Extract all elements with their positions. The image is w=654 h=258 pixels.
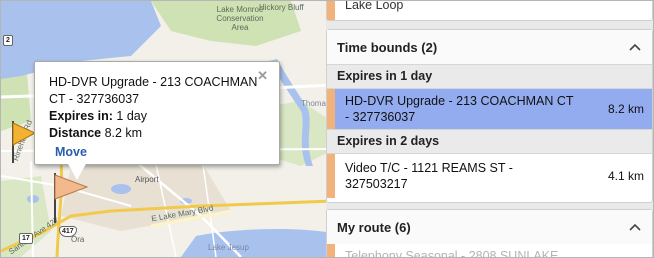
task-item[interactable]: Video T/C - 1121 REAMS ST - 327503217 4.…	[327, 154, 652, 198]
task-item[interactable]: HD-DVR Upgrade - 213 COACHMAN CT - 32773…	[327, 89, 652, 129]
task-panel: Lake Loop Time bounds (2) Expires in 1 d…	[326, 1, 653, 257]
bubble-distance-value: 8.2 km	[101, 126, 143, 140]
time-bounds-header[interactable]: Time bounds (2)	[327, 30, 652, 64]
route-list-item[interactable]: Telephony Seasonal - 2808 SUNLAKE	[327, 244, 652, 258]
bubble-expires: Expires in: 1 day	[49, 108, 147, 125]
info-bubble: ✕ HD-DVR Upgrade - 213 COACHMAN CT - 327…	[34, 61, 280, 165]
my-route-title: My route (6)	[337, 219, 411, 235]
bubble-distance-label: Distance	[49, 126, 102, 140]
time-bounds-section: Time bounds (2) Expires in 1 day HD-DVR …	[326, 29, 653, 203]
group-label-expires-2-days: Expires in 2 days	[327, 129, 652, 154]
highway-shield-17: 17	[19, 233, 33, 244]
task-name: Video T/C - 1121 REAMS ST - 327503217	[345, 161, 513, 191]
app-frame: Lake Monroe Conservation Area Hickory Bl…	[0, 0, 654, 258]
chevron-up-icon[interactable]	[628, 40, 642, 54]
task-distance: 4.1 km	[607, 169, 644, 183]
move-link[interactable]: Move	[55, 145, 87, 159]
priority-strip	[327, 244, 335, 257]
priority-strip	[327, 89, 335, 129]
time-bounds-title: Time bounds (2)	[337, 39, 438, 55]
bubble-distance: Distance 8.2 km	[49, 125, 142, 142]
my-route-section: My route (6) Telephony Seasonal - 2808 S…	[326, 209, 653, 258]
priority-strip	[327, 154, 335, 198]
bubble-expires-label: Expires in:	[49, 109, 113, 123]
my-route-header[interactable]: My route (6)	[327, 210, 652, 244]
route-item-name: Telephony Seasonal - 2808 SUNLAKE	[345, 249, 559, 258]
map-label-airport: Airport	[135, 175, 159, 184]
map-label-hickory: Hickory Bluff	[259, 3, 304, 12]
highway-shield-417: 417	[59, 226, 77, 237]
bubble-title: HD-DVR Upgrade - 213 COACHMAN CT - 32773…	[49, 75, 258, 106]
map-label-oran: Ora	[71, 235, 85, 244]
highway-shield-2: 2	[3, 35, 13, 46]
task-name: HD-DVR Upgrade - 213 COACHMAN CT - 32773…	[345, 94, 574, 124]
chevron-up-icon[interactable]	[628, 220, 642, 234]
bubble-pointer	[67, 162, 87, 180]
flag-marker[interactable]	[7, 119, 37, 163]
route-card-partial[interactable]: Lake Loop	[326, 0, 653, 21]
map-label-lake-jesup: Lake Jesup	[208, 243, 249, 252]
bubble-expires-value: 1 day	[112, 109, 147, 123]
group-label-expires-1-day: Expires in 1 day	[327, 64, 652, 89]
route-card-partial-label: Lake Loop	[345, 0, 404, 12]
map-label-thomas: Thoma	[301, 99, 326, 108]
task-distance: 8.2 km	[607, 102, 644, 116]
priority-strip	[327, 1, 335, 20]
